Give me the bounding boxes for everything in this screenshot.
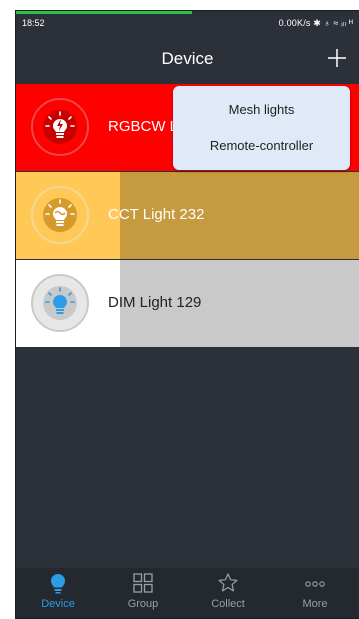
lightning-bulb-icon[interactable] bbox=[31, 98, 89, 156]
tab-more[interactable]: More bbox=[275, 568, 355, 618]
app-screen: 18:52 0.00K/s ✱ ♁ ≈ ᵢₗₗ ᴴ Device RGBCW L… bbox=[15, 10, 359, 619]
add-menu-popup: Mesh lights Remote-controller bbox=[173, 86, 350, 170]
bottom-tab-bar: Device Group Collect More bbox=[16, 568, 359, 618]
wave-bulb-icon[interactable] bbox=[31, 186, 89, 244]
menu-item-remote-controller[interactable]: Remote-controller bbox=[173, 138, 350, 153]
device-name: CCT Light 232 bbox=[108, 206, 205, 223]
tab-group[interactable]: Group bbox=[103, 568, 183, 618]
device-name: DIM Light 129 bbox=[108, 294, 202, 311]
status-time: 18:52 bbox=[22, 18, 45, 28]
plus-icon[interactable] bbox=[325, 46, 349, 70]
header: Device bbox=[16, 33, 359, 83]
status-bar: 18:52 0.00K/s ✱ ♁ ≈ ᵢₗₗ ᴴ bbox=[16, 11, 359, 33]
tab-device[interactable]: Device bbox=[18, 568, 98, 618]
device-row-dim[interactable]: DIM Light 129 bbox=[16, 260, 359, 347]
tab-label: Group bbox=[127, 598, 159, 610]
tab-label: Device bbox=[41, 598, 75, 610]
grid-icon bbox=[132, 572, 154, 594]
status-network: 0.00K/s ✱ ♁ ≈ ᵢₗₗ ᴴ bbox=[278, 18, 353, 28]
menu-item-mesh-lights[interactable]: Mesh lights bbox=[173, 102, 350, 117]
device-row-cct[interactable]: CCT Light 232 bbox=[16, 172, 359, 259]
tab-label: Collect bbox=[211, 598, 245, 610]
more-dots-icon bbox=[304, 572, 326, 594]
bulb-icon bbox=[47, 572, 69, 594]
progress-bar bbox=[16, 11, 192, 14]
star-icon bbox=[217, 572, 239, 594]
tab-label: More bbox=[302, 598, 328, 610]
blue-bulb-icon[interactable] bbox=[31, 274, 89, 332]
tab-collect[interactable]: Collect bbox=[188, 568, 268, 618]
page-title: Device bbox=[161, 49, 214, 68]
